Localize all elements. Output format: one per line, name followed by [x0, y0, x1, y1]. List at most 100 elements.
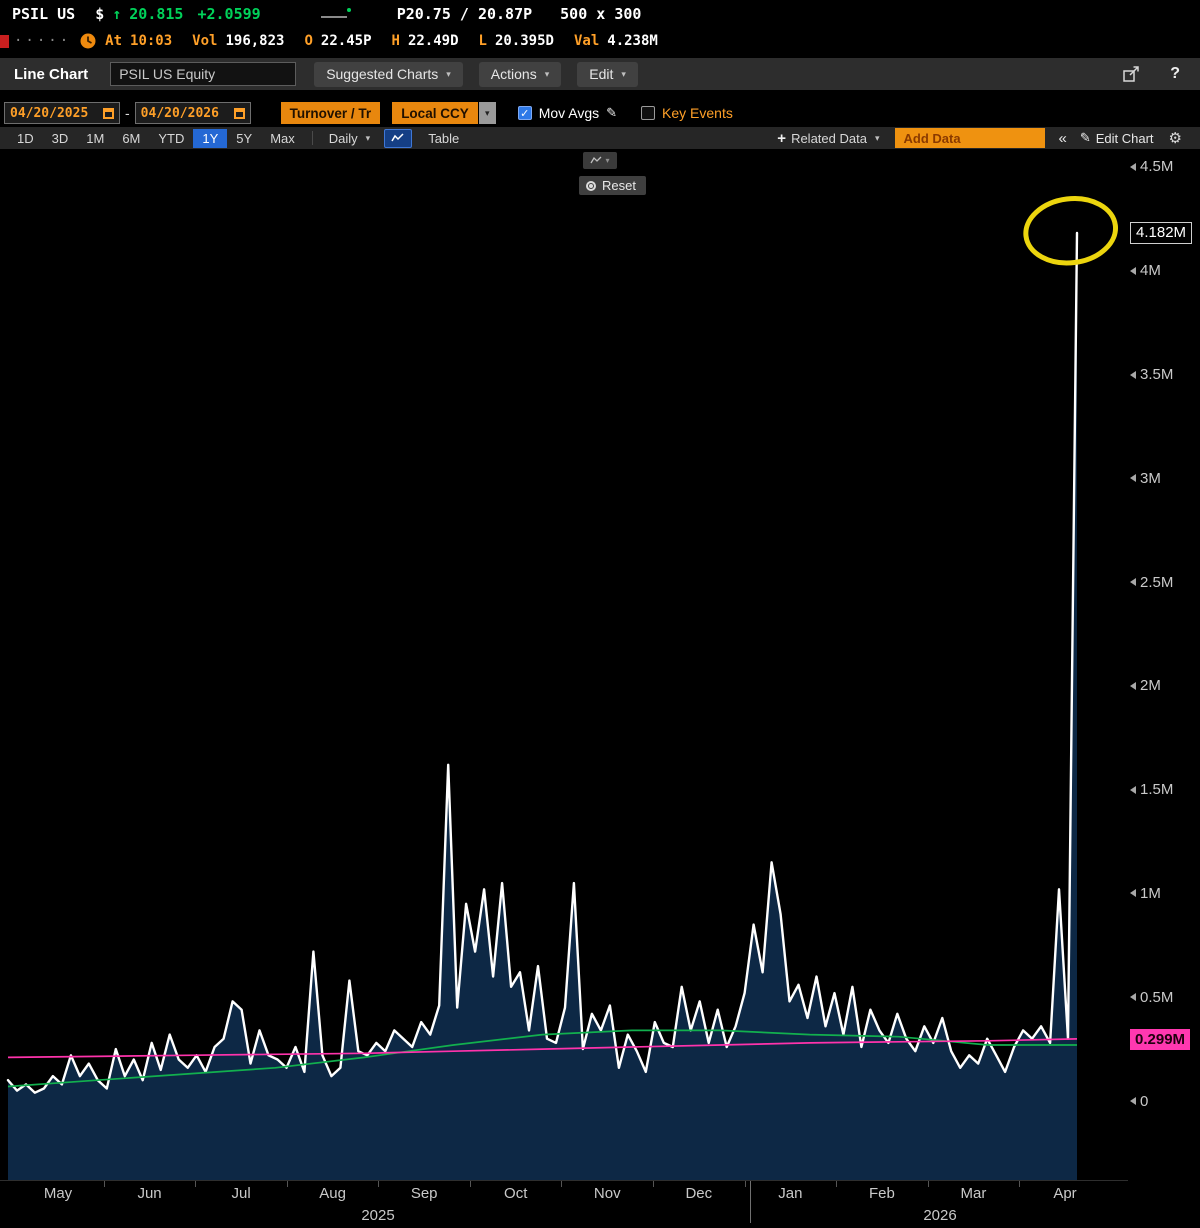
- period-tab-1y[interactable]: 1Y: [193, 129, 227, 148]
- period-tab-5y[interactable]: 5Y: [227, 129, 261, 148]
- edit-chart-button[interactable]: ✎ Edit Chart: [1080, 130, 1154, 146]
- y-axis-tick-icon: [1130, 1097, 1136, 1105]
- currency-dropdown-button[interactable]: ▾: [479, 102, 496, 124]
- y-axis-label-text: 4.5M: [1140, 158, 1173, 175]
- y-axis-tick-icon: [1130, 163, 1136, 171]
- related-data-button[interactable]: + Related Data ▾: [777, 130, 879, 147]
- moving-average-value-badge: 0.299M: [1130, 1029, 1190, 1050]
- period-toolbar: 1D3D1M6MYTD1Y5YMax Daily ▾ Table + Relat…: [0, 127, 1200, 149]
- page-title: Line Chart: [14, 66, 88, 83]
- chevron-down-icon: ▾: [485, 108, 490, 119]
- suggested-charts-button[interactable]: Suggested Charts ▾: [314, 62, 463, 87]
- open-label: O: [304, 33, 312, 49]
- y-axis-label: 2M: [1130, 676, 1161, 696]
- currency-selector-value: Local CCY: [392, 102, 478, 124]
- y-axis-label: 1M: [1130, 883, 1161, 903]
- pencil-icon[interactable]: ✎: [606, 105, 617, 121]
- x-axis-tick: [1019, 1181, 1020, 1187]
- reset-button[interactable]: Reset: [579, 176, 646, 195]
- period-tab-1d[interactable]: 1D: [8, 129, 43, 148]
- y-axis-tick-icon: [1130, 993, 1136, 1001]
- y-axis-tick-icon: [1130, 578, 1136, 586]
- x-axis-tick: [561, 1181, 562, 1187]
- period-tab-3d[interactable]: 3D: [43, 129, 78, 148]
- y-axis-label-text: 3M: [1140, 470, 1161, 487]
- mov-avgs-checkbox[interactable]: ✓: [518, 106, 532, 120]
- mov-avgs-label: Mov Avgs: [539, 105, 599, 121]
- export-icon[interactable]: [1122, 65, 1140, 83]
- bloomberg-terminal-window: PSIL US $ ↑ 20.815 +2.0599 P20.75 / 20.8…: [0, 0, 1200, 1228]
- chart-options-bar: - Turnover / Tr Local CCY ▾ ✓ Mov Avgs ✎…: [0, 100, 1200, 126]
- edit-label: Edit: [589, 66, 613, 82]
- x-axis-month-label: Dec: [685, 1185, 712, 1202]
- x-axis-month-label: Mar: [961, 1185, 987, 1202]
- period-tab-max[interactable]: Max: [261, 129, 304, 148]
- help-button[interactable]: ?: [1170, 65, 1180, 83]
- period-tab-1m[interactable]: 1M: [77, 129, 113, 148]
- x-axis-line: [0, 1180, 1128, 1181]
- x-axis-tick: [928, 1181, 929, 1187]
- gear-icon[interactable]: ⚙: [1169, 129, 1182, 147]
- x-axis-tick: [104, 1181, 105, 1187]
- collapse-panel-button[interactable]: «: [1058, 130, 1066, 147]
- key-events-checkbox[interactable]: [641, 106, 655, 120]
- last-price: 20.815: [129, 5, 183, 23]
- x-axis-tick: [195, 1181, 196, 1187]
- x-axis-month-label: Nov: [594, 1185, 621, 1202]
- line-chart-icon: [590, 156, 602, 165]
- low-value: 20.395D: [495, 33, 554, 49]
- actions-button[interactable]: Actions ▾: [479, 62, 561, 87]
- table-button[interactable]: Table: [428, 131, 459, 146]
- period-tab-6m[interactable]: 6M: [113, 129, 149, 148]
- currency-selector[interactable]: Local CCY ▾: [392, 102, 496, 124]
- x-axis-month-label: Jun: [137, 1185, 161, 1202]
- security-input[interactable]: [110, 62, 296, 86]
- y-axis-tick-icon: [1130, 889, 1136, 897]
- lot-size: 500 x 300: [560, 5, 641, 23]
- x-axis-tick: [653, 1181, 654, 1187]
- y-axis-label-text: 0.5M: [1140, 989, 1173, 1006]
- last-value-badge: 4.182M: [1130, 222, 1192, 244]
- line-chart-type-button[interactable]: [384, 129, 412, 148]
- y-axis-label: 2.5M: [1130, 572, 1173, 592]
- chevron-down-icon: ▾: [875, 133, 880, 144]
- y-axis-label-text: 1.5M: [1140, 781, 1173, 798]
- date-from-field[interactable]: [4, 102, 120, 124]
- turnover-line: [8, 233, 1077, 1093]
- y-axis-label-text: 3.5M: [1140, 366, 1173, 383]
- field-selector[interactable]: Turnover / Tr: [281, 102, 381, 124]
- add-data-input[interactable]: [895, 128, 1045, 148]
- chart-panel[interactable]: ▾ Reset 4.5M 4M 3.5M 3M 2.5M 2M 1.5M 1M 0.5M 0 4.…: [0, 149, 1200, 1228]
- x-axis-tick: [470, 1181, 471, 1187]
- date-to-input[interactable]: [141, 106, 227, 121]
- related-data-label: Related Data: [791, 131, 867, 146]
- currency-selector-label: Local CCY: [401, 106, 469, 121]
- edit-chart-label: Edit Chart: [1096, 131, 1154, 146]
- frequency-dropdown[interactable]: Daily ▾: [329, 131, 370, 146]
- ticker-symbol: PSIL US: [12, 5, 75, 23]
- y-axis-tick-icon: [1130, 267, 1136, 275]
- y-axis-label-text: 0: [1140, 1093, 1148, 1110]
- calendar-icon[interactable]: [103, 108, 114, 119]
- frequency-label: Daily: [329, 131, 358, 146]
- chart-style-mini-dropdown[interactable]: ▾: [583, 152, 617, 169]
- edit-button[interactable]: Edit ▾: [577, 62, 638, 87]
- calendar-icon[interactable]: [234, 108, 245, 119]
- volume-value: 196,823: [225, 33, 284, 49]
- chevron-down-icon: ▾: [621, 69, 626, 80]
- y-axis-label-text: 4M: [1140, 262, 1161, 279]
- chevron-down-icon: ▾: [446, 69, 451, 80]
- y-axis-tick-icon: [1130, 371, 1136, 379]
- y-axis-label: 3M: [1130, 468, 1161, 488]
- period-tab-ytd[interactable]: YTD: [149, 129, 193, 148]
- date-to-field[interactable]: [135, 102, 251, 124]
- key-events-label: Key Events: [662, 105, 733, 121]
- x-axis-year-label: 2026: [923, 1207, 956, 1224]
- open-value: 22.45P: [321, 33, 372, 49]
- date-from-input[interactable]: [10, 106, 96, 121]
- clock-icon: [79, 32, 97, 50]
- x-axis-month-label: Feb: [869, 1185, 895, 1202]
- dotted-leader: ·····: [14, 33, 71, 49]
- field-selector-label: Turnover / Tr: [290, 106, 372, 121]
- x-axis-month-label: Oct: [504, 1185, 527, 1202]
